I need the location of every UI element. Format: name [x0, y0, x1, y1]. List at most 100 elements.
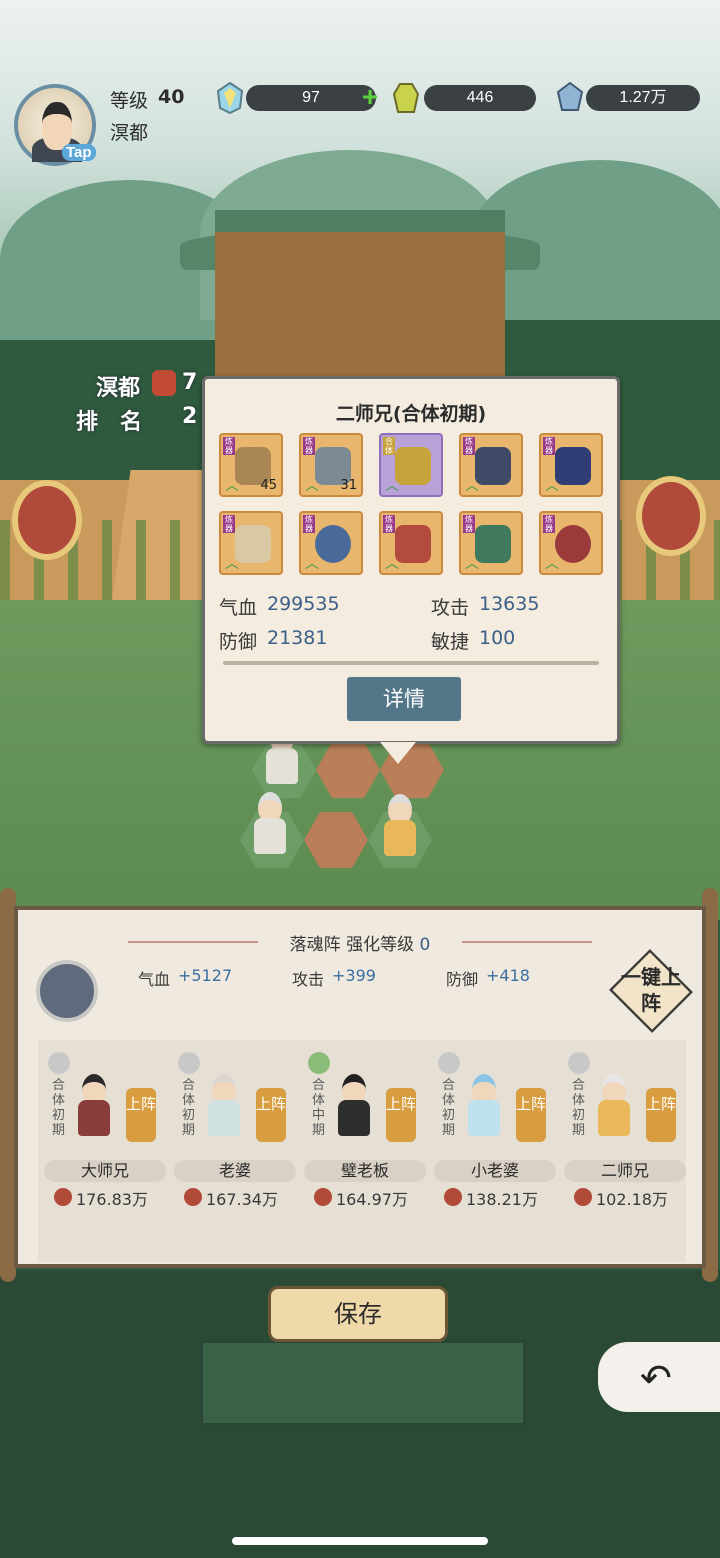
hp-value: 299535	[267, 593, 340, 615]
necklace-icon	[315, 525, 351, 563]
spirit-gem-icon	[216, 81, 244, 115]
chevron-up-icon: ︿	[465, 556, 479, 572]
character-popup: 二师兄(合体初期) 炼器 ︿ 45 炼器 ︿ 31 合体 ︿ 炼器 ︿ 炼器 ︿…	[202, 376, 620, 744]
equip-slot-sword[interactable]: 炼器 ︿ 45	[219, 433, 283, 497]
drum-right	[636, 476, 706, 556]
formation-def-bonus: +418	[486, 966, 530, 985]
deploy-button[interactable]: 上阵	[516, 1088, 546, 1142]
spirit-gem-value: 97	[246, 85, 376, 111]
chevron-up-icon: ︿	[385, 478, 399, 494]
chevron-up-icon: ︿	[545, 478, 559, 494]
agi-label: 敏捷	[431, 631, 470, 653]
refine-tag: 炼器	[303, 437, 315, 455]
stage-label: 合体初期	[182, 1078, 196, 1138]
avatar-tap-badge: Tap	[62, 144, 96, 161]
formation-hp-label: 气血	[138, 970, 171, 989]
hero-power: 102.18万	[596, 1190, 668, 1209]
formation-title: 落魂阵 强化等级 0	[18, 930, 702, 955]
ranking-power: 7	[182, 370, 198, 395]
formation-atk-label: 攻击	[292, 970, 325, 989]
save-button[interactable]: 保存	[268, 1286, 448, 1342]
hp-label: 气血	[219, 597, 258, 619]
one-key-deploy-button[interactable]: 一键上阵	[618, 964, 684, 1016]
fan-icon	[235, 525, 271, 563]
hero-power: 138.21万	[466, 1190, 538, 1209]
roster-list: 合体初期 上阵 大师兄 176.83万 合体初期 上阵 老婆 167.34万 合…	[38, 1040, 686, 1262]
ranking-name: 溟都	[96, 376, 141, 401]
hero-power: 164.97万	[336, 1190, 408, 1209]
power-icon	[152, 370, 176, 396]
equip-count: 31	[340, 478, 357, 493]
level-value: 40	[158, 86, 185, 108]
deploy-button[interactable]: 上阵	[646, 1088, 676, 1142]
robe-icon	[392, 82, 420, 113]
roster-card[interactable]: 合体初期 上阵 小老婆 138.21万	[434, 1052, 558, 1252]
formation-atk-bonus: +399	[332, 966, 376, 985]
deploy-button[interactable]: 上阵	[126, 1088, 156, 1142]
equip-slot-ring[interactable]: 炼器 ︿	[539, 511, 603, 575]
home-indicator[interactable]	[232, 1537, 488, 1545]
helmet-icon	[475, 447, 511, 485]
player-name: 溟都	[110, 122, 149, 144]
equip-slot-bracer[interactable]: 炼器 ︿	[539, 433, 603, 497]
refine-tag: 炼器	[543, 515, 555, 533]
power-icon	[314, 1188, 332, 1206]
equip-slot-necklace[interactable]: 炼器 ︿	[299, 511, 363, 575]
roster-card[interactable]: 合体初期 上阵 二师兄 102.18万	[564, 1052, 688, 1252]
plus-icon[interactable]: +	[358, 83, 382, 111]
player-avatar[interactable]: Tap	[14, 84, 96, 166]
hero-name: 老婆	[174, 1160, 296, 1182]
formation-emblem-icon[interactable]	[36, 960, 98, 1022]
atk-label: 攻击	[431, 597, 470, 619]
deploy-button[interactable]: 上阵	[386, 1088, 416, 1142]
agi-value: 100	[479, 627, 516, 649]
refine-tag: 炼器	[223, 437, 235, 455]
boots-icon	[395, 525, 431, 563]
power-icon	[184, 1188, 202, 1206]
deploy-button[interactable]: 上阵	[256, 1088, 286, 1142]
roster-card[interactable]: 合体初期 上阵 大师兄 176.83万	[44, 1052, 168, 1252]
detail-button[interactable]: 详情	[347, 677, 461, 721]
popup-divider	[223, 661, 599, 665]
merge-tag: 合体	[383, 437, 395, 455]
hero-power: 167.34万	[206, 1190, 278, 1209]
equip-slot-fan[interactable]: 炼器 ︿	[219, 511, 283, 575]
equip-slot-belt[interactable]: 炼器 ︿	[459, 511, 523, 575]
hero-name: 二师兄	[564, 1160, 686, 1182]
roster-card[interactable]: 合体初期 上阵 老婆 167.34万	[174, 1052, 298, 1252]
cloud-element-icon	[48, 1052, 70, 1074]
def-value: 21381	[267, 627, 328, 649]
equip-count: 45	[260, 478, 277, 493]
popup-title: 二师兄(合体初期)	[335, 403, 487, 425]
stage-label: 合体初期	[52, 1078, 66, 1138]
cloud-element-icon	[568, 1052, 590, 1074]
equip-slot-boots[interactable]: 炼器 ︿	[379, 511, 443, 575]
robe-value: 446	[424, 85, 536, 111]
power-icon	[574, 1188, 592, 1206]
chevron-up-icon: ︿	[465, 478, 479, 494]
chevron-up-icon: ︿	[225, 556, 239, 572]
refine-tag: 炼器	[223, 515, 235, 533]
hero-sprite[interactable]	[380, 794, 420, 860]
def-label: 防御	[219, 631, 258, 653]
crystal-icon	[556, 81, 584, 112]
formation-hp-bonus: +5127	[178, 966, 233, 985]
equip-slot-cauldron[interactable]: 炼器 ︿ 31	[299, 433, 363, 497]
hero-sprite[interactable]	[250, 792, 290, 858]
hero-portrait	[594, 1074, 634, 1140]
equip-slot-armor[interactable]: 合体 ︿	[379, 433, 443, 497]
cloud-element-icon	[438, 1052, 460, 1074]
leaf-element-icon	[308, 1052, 330, 1074]
stage-label: 合体初期	[442, 1078, 456, 1138]
chevron-up-icon: ︿	[225, 478, 239, 494]
stage-label: 合体中期	[312, 1078, 326, 1138]
roster-card[interactable]: 合体中期 上阵 璧老板 164.97万	[304, 1052, 428, 1252]
hero-portrait	[464, 1074, 504, 1140]
crystal-value: 1.27万	[586, 85, 700, 111]
chevron-up-icon: ︿	[545, 556, 559, 572]
equip-slot-helmet[interactable]: 炼器 ︿	[459, 433, 523, 497]
hero-name: 小老婆	[434, 1160, 556, 1182]
stage-label: 合体初期	[572, 1078, 586, 1138]
formation-level: 0	[419, 935, 431, 955]
ring-icon	[555, 525, 591, 563]
